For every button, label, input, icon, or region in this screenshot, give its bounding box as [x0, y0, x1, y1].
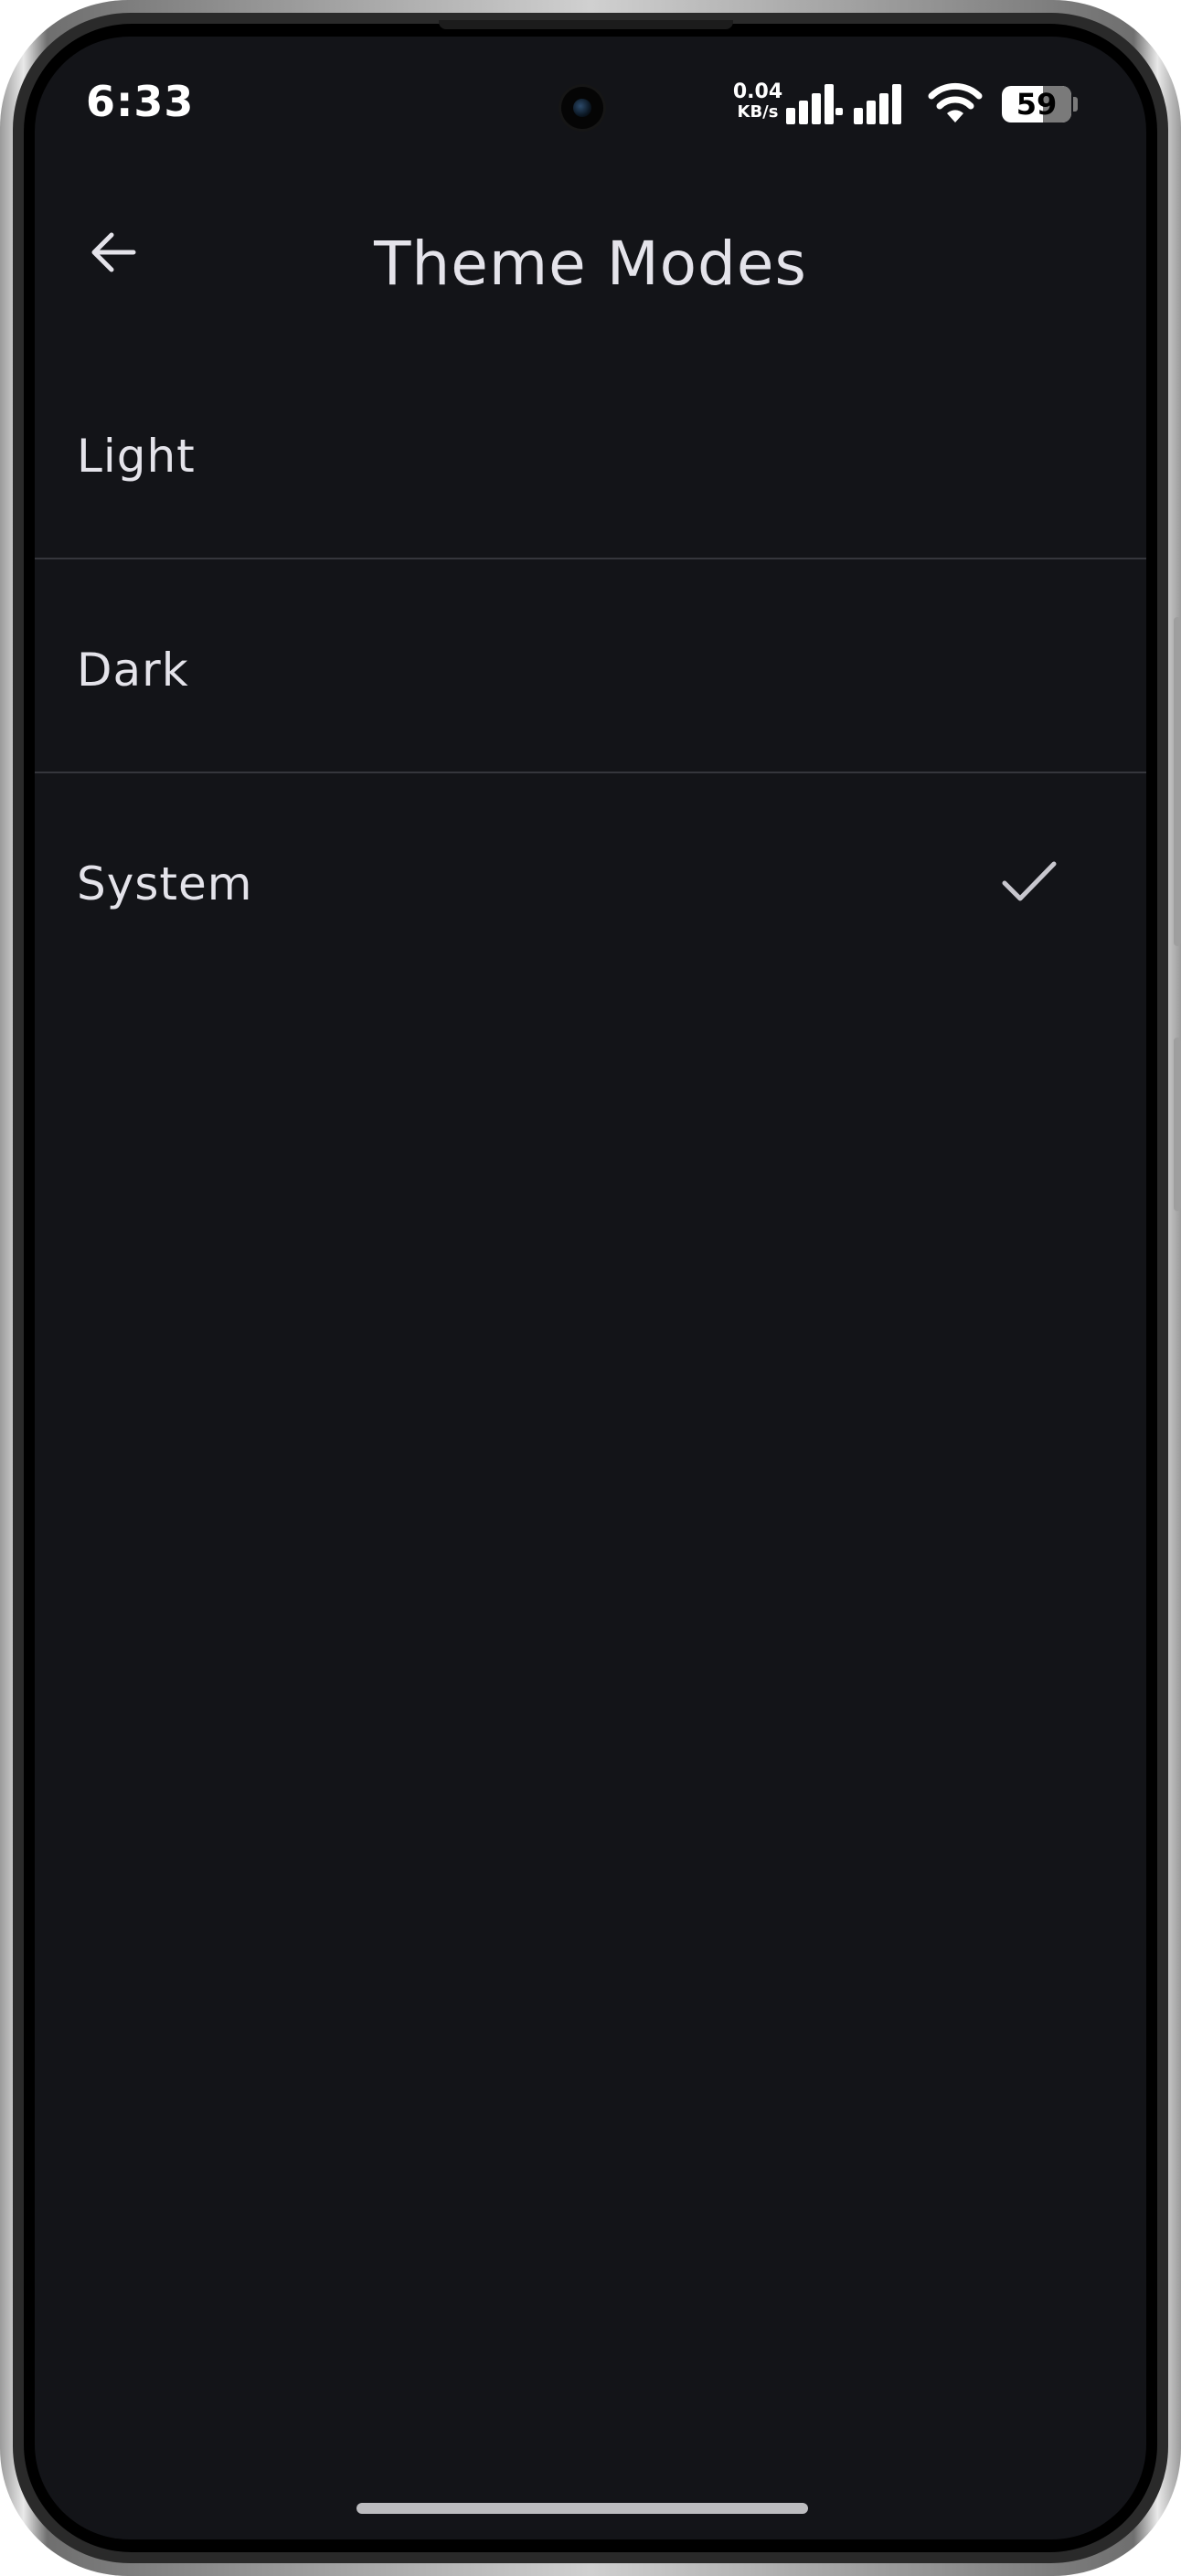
phone-frame: 6:33 0.04 KB/s 59 Theme Modes Light Dark…: [0, 0, 1181, 2576]
page-title: Theme Modes: [374, 229, 807, 299]
home-indicator[interactable]: [356, 2503, 808, 2514]
theme-option-label: Light: [77, 430, 196, 483]
network-speed: 0.04 KB/s: [726, 82, 790, 122]
checkmark-icon: [1002, 861, 1057, 901]
theme-option-label: System: [77, 857, 253, 910]
front-camera: [561, 87, 603, 129]
battery-tip: [1073, 97, 1078, 112]
volume-button: [1174, 617, 1181, 946]
power-button: [1174, 1038, 1181, 1211]
earpiece-slot: [439, 20, 733, 29]
battery-level: 59: [1016, 87, 1058, 122]
network-speed-unit: KB/s: [737, 102, 779, 122]
theme-options-list: Light Dark System: [35, 346, 1146, 987]
screen: 6:33 0.04 KB/s 59 Theme Modes Light Dark…: [35, 37, 1146, 2539]
theme-option-light[interactable]: Light: [35, 346, 1146, 559]
status-bar: 6:33 0.04 KB/s 59: [35, 37, 1146, 146]
network-speed-value: 0.04: [732, 80, 783, 103]
theme-option-dark[interactable]: Dark: [35, 559, 1146, 773]
signal-strength-icon: [786, 84, 843, 124]
theme-option-label: Dark: [77, 644, 189, 697]
status-time: 6:33: [86, 77, 195, 126]
wifi-icon: [928, 82, 983, 122]
battery-icon: 59: [1002, 86, 1071, 122]
theme-option-system[interactable]: System: [35, 773, 1146, 987]
app-bar: Theme Modes: [35, 192, 1146, 311]
signal-strength-icon: [854, 84, 901, 124]
